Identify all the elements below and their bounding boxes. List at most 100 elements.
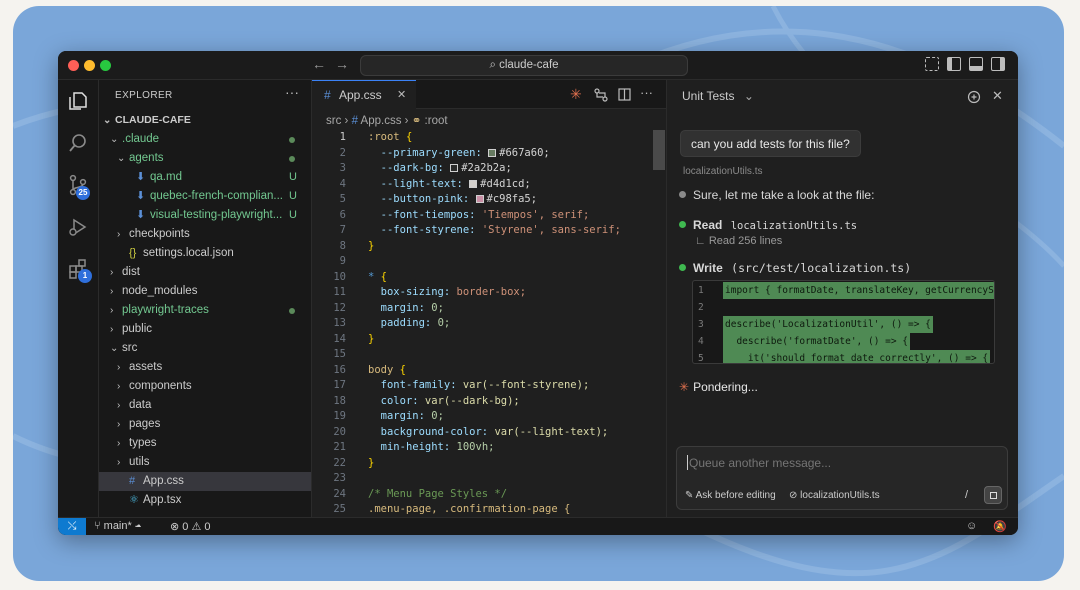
file-tree-item[interactable]: › pages bbox=[99, 415, 311, 434]
line-number: 11 bbox=[333, 286, 346, 298]
forward-arrow-icon[interactable]: → bbox=[335, 56, 349, 72]
breadcrumb-src[interactable]: src bbox=[326, 115, 341, 127]
context-file-chip[interactable]: ⊘ localizationUtils.ts bbox=[789, 490, 880, 501]
read-file[interactable]: localizationUtils.ts bbox=[731, 220, 857, 232]
diff-preview[interactable]: 1 import { formatDate, translateKey, getC… bbox=[692, 280, 995, 364]
search-icon[interactable] bbox=[67, 132, 89, 154]
file-tree-item[interactable]: › playwright-traces bbox=[99, 301, 311, 320]
toggle-panel-icon[interactable] bbox=[969, 57, 983, 71]
line-number: 8 bbox=[339, 239, 346, 252]
customize-layout-icon[interactable] bbox=[925, 57, 939, 71]
copilot-icon[interactable]: ☺ bbox=[966, 520, 977, 532]
chevron-right-icon: › bbox=[117, 419, 121, 430]
file-tree-item[interactable]: ⌄ .claude bbox=[99, 130, 311, 149]
warning-icon: ⚠ bbox=[191, 521, 205, 533]
file-tree-item[interactable]: # App.css bbox=[99, 472, 311, 491]
explorer-icon[interactable] bbox=[67, 90, 89, 112]
message-input[interactable] bbox=[689, 453, 989, 473]
line-number: 12 bbox=[333, 301, 346, 314]
code-line: * bbox=[368, 270, 375, 283]
file-tree-item[interactable]: › assets bbox=[99, 358, 311, 377]
breadcrumb: src › # App.css › ⚭ :root bbox=[326, 113, 448, 127]
file-tree-item[interactable]: › components bbox=[99, 377, 311, 396]
message-composer: ✎ Ask before editing ⊘ localizationUtils… bbox=[676, 446, 1008, 510]
file-tree-item[interactable]: ⬇ qa.md U bbox=[99, 168, 311, 187]
file-tree-item[interactable]: › public bbox=[99, 320, 311, 339]
code-value: 'Tiempos', serif; bbox=[481, 208, 590, 221]
file-tree-item[interactable]: › dist bbox=[99, 263, 311, 282]
back-arrow-icon[interactable]: ← bbox=[312, 56, 326, 72]
code-prop: min-height: bbox=[380, 441, 451, 453]
tab-app-css[interactable]: # App.css ✕ bbox=[312, 80, 416, 109]
color-swatch[interactable] bbox=[475, 195, 484, 203]
split-editor-icon[interactable] bbox=[618, 88, 631, 101]
close-window-button[interactable] bbox=[68, 60, 79, 71]
error-icon: ⊗ bbox=[170, 521, 183, 533]
file-tree-item[interactable]: › node_modules bbox=[99, 282, 311, 301]
file-tree-item[interactable]: {} settings.local.json bbox=[99, 244, 311, 263]
file-tree-label: src bbox=[122, 342, 138, 354]
file-tree-item[interactable]: › types bbox=[99, 434, 311, 453]
file-tree-item[interactable]: ⬇ visual-testing-playwright... U bbox=[99, 206, 311, 225]
file-tree-item[interactable]: ⌄ agents bbox=[99, 149, 311, 168]
code-value: 100vh; bbox=[456, 441, 495, 453]
file-tree-item[interactable]: › checkpoints bbox=[99, 225, 311, 244]
code-brace: } bbox=[368, 239, 375, 252]
file-tree-item[interactable]: › utils bbox=[99, 453, 311, 472]
notifications-off-icon[interactable]: 🔕 bbox=[993, 520, 1007, 533]
minimize-window-button[interactable] bbox=[84, 60, 95, 71]
new-chat-icon[interactable] bbox=[967, 90, 981, 104]
problems-indicator[interactable]: ⊗ 0 ⚠ 0 bbox=[170, 520, 211, 533]
editor-more-icon[interactable]: ··· bbox=[640, 85, 653, 100]
toggle-secondary-sidebar-icon[interactable] bbox=[991, 57, 1005, 71]
command-center-search[interactable]: ⌕ claude-cafe bbox=[360, 55, 688, 76]
run-debug-icon[interactable] bbox=[67, 216, 89, 238]
file-tree-label: assets bbox=[129, 361, 163, 373]
attached-file[interactable]: localizationUtils.ts bbox=[683, 166, 762, 177]
more-actions-icon[interactable]: ··· bbox=[285, 84, 299, 100]
css-file-icon: # bbox=[324, 88, 331, 102]
file-tree-item[interactable]: ⚛ App.tsx bbox=[99, 491, 311, 510]
user-message: can you add tests for this file? bbox=[680, 130, 861, 157]
close-panel-icon[interactable]: ✕ bbox=[992, 88, 1003, 104]
git-modified-dot bbox=[289, 156, 295, 162]
close-tab-icon[interactable]: ✕ bbox=[397, 81, 406, 109]
breadcrumb-file[interactable]: App.css bbox=[361, 115, 402, 127]
code-prop: --dark-bg: bbox=[380, 162, 444, 174]
chevron-right-icon: › bbox=[110, 267, 114, 278]
color-swatch[interactable] bbox=[469, 179, 478, 188]
file-tree-item[interactable]: ⌄ src bbox=[99, 339, 311, 358]
open-changes-icon[interactable] bbox=[594, 88, 608, 102]
line-number: 13 bbox=[333, 317, 346, 329]
line-number: 2 bbox=[339, 146, 346, 159]
breadcrumb-symbol[interactable]: :root bbox=[425, 115, 448, 127]
chevron-right-icon: › bbox=[110, 324, 114, 335]
git-status-badge: U bbox=[289, 171, 297, 183]
assistant-message: Sure, let me take a look at the file: bbox=[679, 188, 874, 202]
toggle-primary-sidebar-icon[interactable] bbox=[947, 57, 961, 71]
maximize-window-button[interactable] bbox=[100, 60, 111, 71]
panel-title[interactable]: Unit Tests ⌄ bbox=[682, 89, 754, 103]
file-tree-label: node_modules bbox=[122, 285, 198, 297]
color-swatch[interactable] bbox=[488, 148, 497, 157]
chevron-right-icon: › bbox=[110, 286, 114, 297]
code-prop: --font-styrene: bbox=[380, 224, 476, 236]
color-swatch[interactable] bbox=[450, 164, 459, 172]
git-branch[interactable]: ⑂ main* ☁ bbox=[94, 520, 141, 532]
file-tree-item[interactable]: › data bbox=[99, 396, 311, 415]
code-brace: } bbox=[368, 332, 375, 345]
file-tree-label: pages bbox=[129, 418, 161, 430]
file-tree-item[interactable]: ⬇ quebec-french-complian... U bbox=[99, 187, 311, 206]
editor-scrollbar[interactable] bbox=[653, 130, 665, 170]
stop-button[interactable] bbox=[984, 486, 1002, 504]
code-prop: padding: bbox=[380, 317, 432, 329]
pencil-icon: ✎ bbox=[685, 490, 696, 501]
workspace-root[interactable]: ⌄ CLAUDE-CAFE bbox=[99, 111, 311, 130]
remote-indicator-icon[interactable]: ⤯ bbox=[58, 518, 86, 535]
write-file[interactable]: (src/test/localization.ts) bbox=[731, 261, 911, 275]
claude-icon[interactable]: ✳ bbox=[570, 86, 582, 103]
diff-line-number: 1 bbox=[698, 285, 704, 296]
slash-command-button[interactable]: / bbox=[965, 489, 968, 501]
file-tree-label: public bbox=[122, 323, 153, 335]
ask-before-editing-toggle[interactable]: ✎ Ask before editing bbox=[685, 490, 776, 501]
